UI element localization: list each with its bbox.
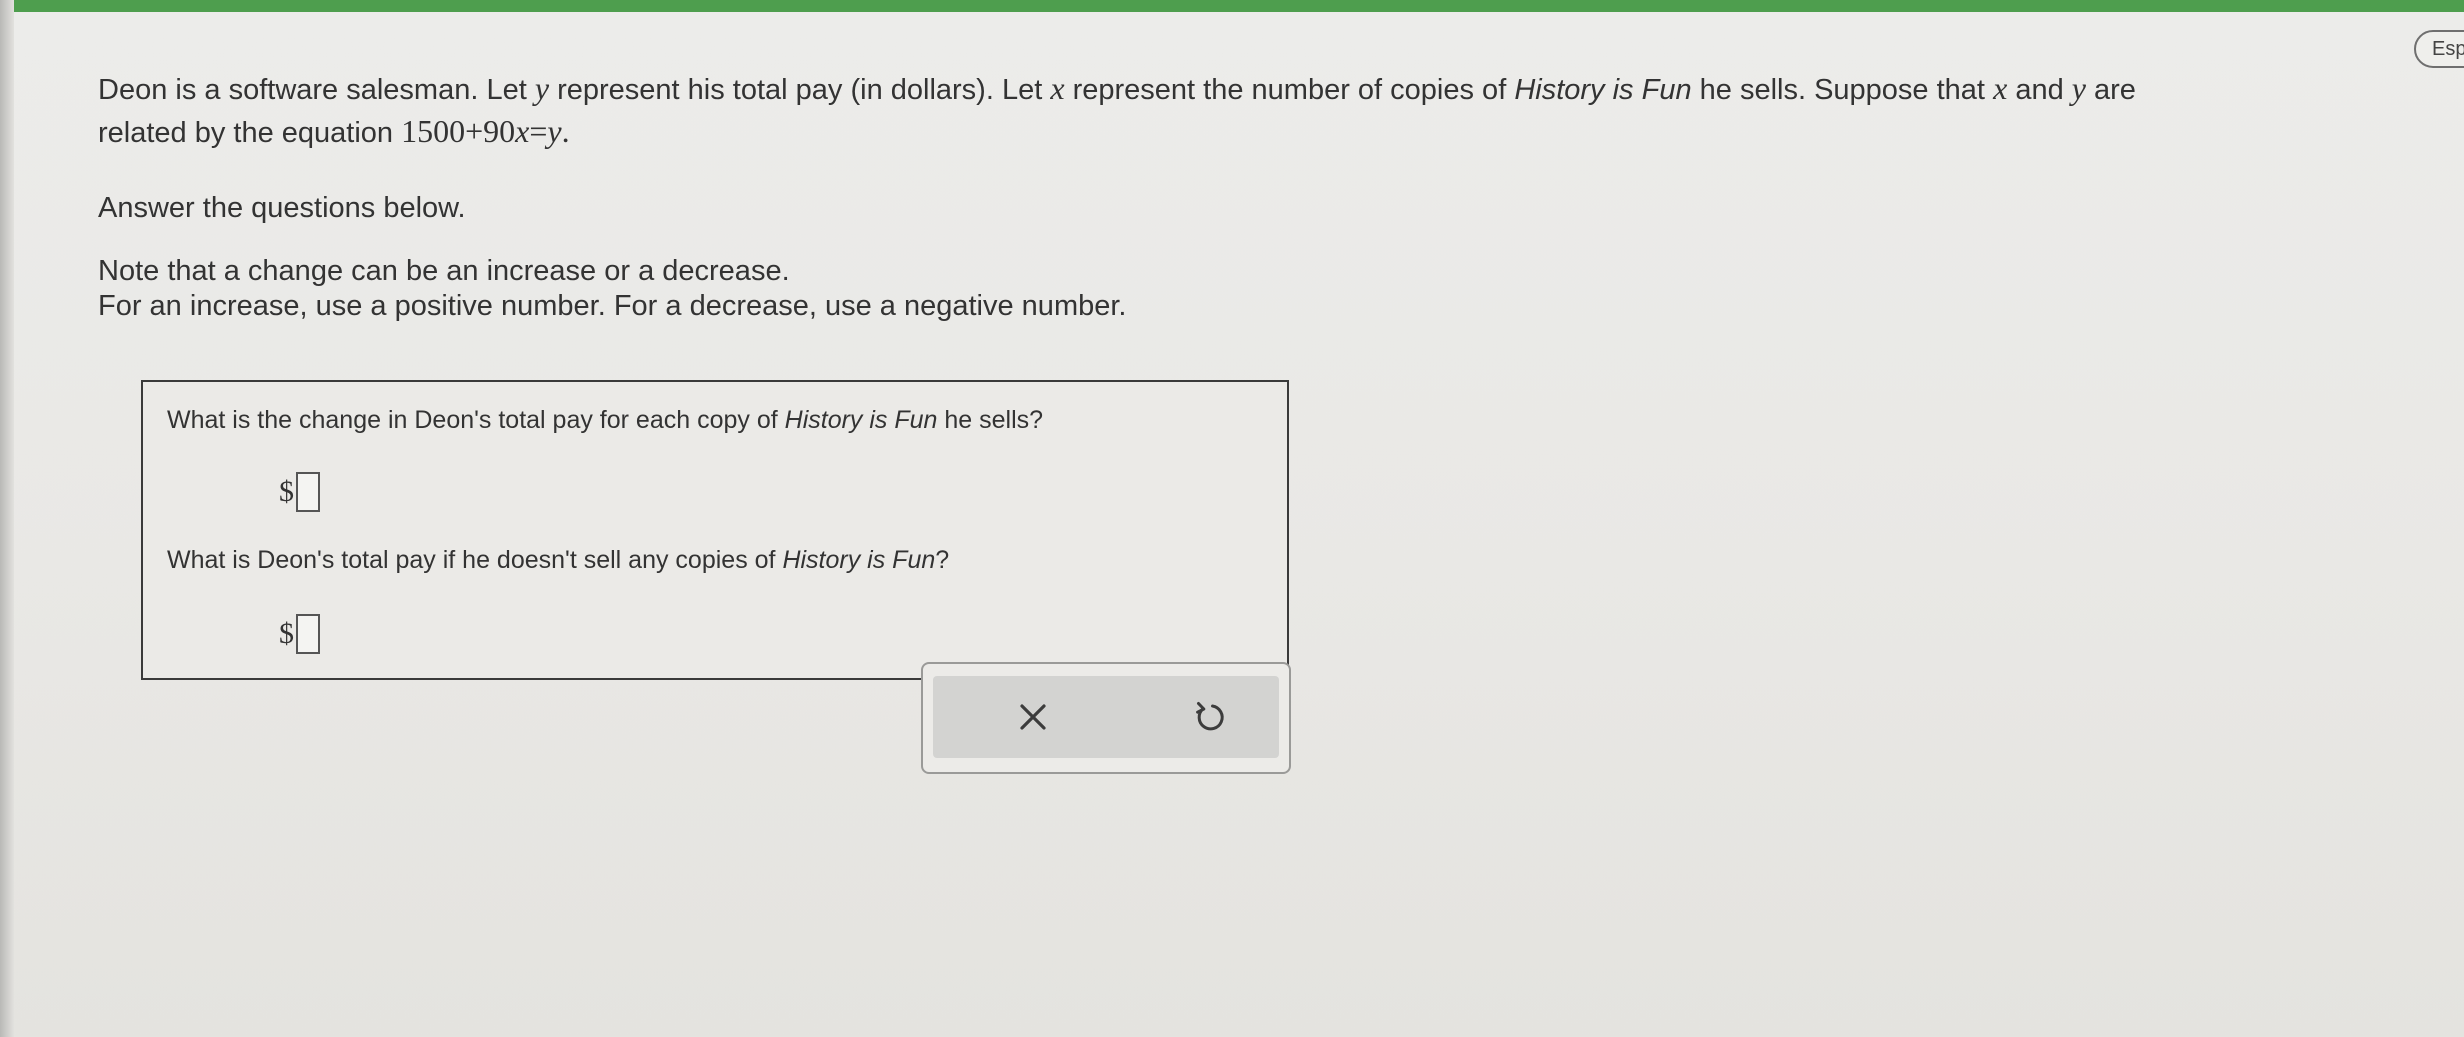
action-bar	[933, 676, 1279, 758]
dollar-prefix: $	[279, 617, 294, 650]
question-panel: What is the change in Deon's total pay f…	[141, 380, 1289, 680]
question-1-text: What is the change in Deon's total pay f…	[167, 406, 1044, 434]
base-pay-input[interactable]	[296, 614, 320, 654]
espanol-button[interactable]: Esp	[2414, 30, 2464, 68]
answer-row-2: $	[279, 610, 320, 658]
top-accent-bar	[0, 0, 2464, 12]
answer-row-1: $	[279, 468, 320, 516]
question-2-text: What is Deon's total pay if he doesn't s…	[167, 546, 950, 574]
variable-y: y	[2071, 70, 2086, 106]
product-name: History is Fun	[784, 406, 938, 434]
undo-icon	[1196, 702, 1224, 731]
dollar-prefix: $	[279, 475, 294, 508]
instruction-text: Answer the questions below.	[98, 192, 466, 224]
clear-button[interactable]	[1003, 690, 1063, 744]
variable-x: x	[1050, 70, 1065, 106]
product-name: History is Fun	[782, 546, 936, 574]
equation: 1500+90x=y.	[401, 113, 570, 149]
answer-actions	[921, 662, 1291, 774]
window-edge	[0, 0, 14, 1037]
problem-statement: Deon is a software salesman. Let y repre…	[98, 68, 2398, 327]
note-line-2: For an increase, use a positive number. …	[98, 290, 1127, 322]
product-name: History is Fun	[1514, 74, 1692, 106]
undo-button[interactable]	[1179, 690, 1239, 744]
close-icon	[1020, 704, 1046, 730]
pay-change-input[interactable]	[296, 472, 320, 512]
variable-y: y	[534, 70, 550, 106]
problem-paragraph: Deon is a software salesman. Let y repre…	[98, 70, 2136, 149]
variable-x: x	[1993, 70, 2008, 106]
